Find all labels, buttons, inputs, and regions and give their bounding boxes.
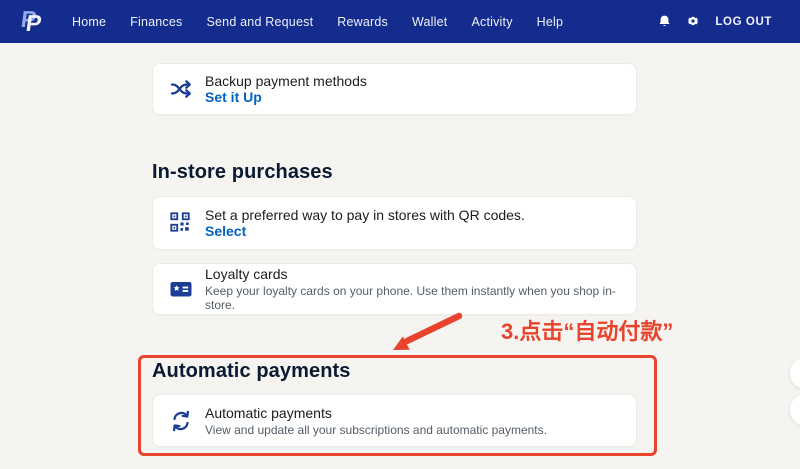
red-arrow-annotation bbox=[383, 310, 475, 358]
qr-scan-icon bbox=[169, 211, 193, 235]
nav-item-wallet[interactable]: Wallet bbox=[412, 15, 447, 29]
automatic-card-title: Automatic payments bbox=[205, 405, 547, 421]
nav-item-activity[interactable]: Activity bbox=[471, 15, 512, 29]
backup-payment-methods-card[interactable]: Backup payment methods Set it Up bbox=[152, 63, 637, 115]
backup-card-title: Backup payment methods bbox=[205, 73, 367, 89]
shuffle-icon bbox=[169, 77, 193, 101]
nav-item-home[interactable]: Home bbox=[72, 15, 106, 29]
automatic-payments-card[interactable]: Automatic payments View and update all y… bbox=[152, 394, 637, 447]
floating-button-partial-top[interactable] bbox=[790, 357, 800, 389]
qr-card-title: Set a preferred way to pay in stores wit… bbox=[205, 207, 525, 223]
bell-icon[interactable] bbox=[657, 14, 672, 29]
qr-card-text: Set a preferred way to pay in stores wit… bbox=[205, 207, 525, 240]
loyalty-card-description: Keep your loyalty cards on your phone. U… bbox=[205, 284, 620, 312]
sync-icon bbox=[169, 409, 193, 433]
annotation-step-text: 3.点击“自动付款” bbox=[501, 314, 673, 346]
loyalty-cards-card[interactable]: Loyalty cards Keep your loyalty cards on… bbox=[152, 263, 637, 315]
automatic-payments-heading: Automatic payments bbox=[152, 360, 351, 383]
nav-right-controls: LOG OUT bbox=[657, 14, 772, 29]
gear-icon[interactable] bbox=[686, 14, 701, 29]
loyalty-card-title: Loyalty cards bbox=[205, 266, 620, 282]
backup-card-text: Backup payment methods Set it Up bbox=[205, 73, 367, 106]
floating-button-partial-bottom[interactable] bbox=[790, 394, 800, 426]
select-link[interactable]: Select bbox=[205, 223, 525, 240]
instore-purchases-heading: In-store purchases bbox=[152, 161, 333, 184]
nav-item-rewards[interactable]: Rewards bbox=[337, 15, 388, 29]
settings-content: Backup payment methods Set it Up In-stor… bbox=[0, 43, 800, 469]
nav-item-help[interactable]: Help bbox=[537, 15, 564, 29]
paypal-logo[interactable]: P P bbox=[20, 7, 50, 37]
paypal-logo-front-p: P bbox=[24, 12, 43, 35]
nav-item-send-and-request[interactable]: Send and Request bbox=[206, 15, 313, 29]
loyalty-card-text: Loyalty cards Keep your loyalty cards on… bbox=[205, 266, 620, 312]
logout-button[interactable]: LOG OUT bbox=[715, 16, 772, 28]
loyalty-card-icon bbox=[169, 277, 193, 301]
set-it-up-link[interactable]: Set it Up bbox=[205, 89, 367, 106]
nav-menu: Home Finances Send and Request Rewards W… bbox=[72, 15, 563, 29]
automatic-card-description: View and update all your subscriptions a… bbox=[205, 423, 547, 437]
automatic-card-text: Automatic payments View and update all y… bbox=[205, 405, 547, 437]
nav-item-finances[interactable]: Finances bbox=[130, 15, 182, 29]
qr-codes-card[interactable]: Set a preferred way to pay in stores wit… bbox=[152, 196, 637, 250]
top-nav: P P Home Finances Send and Request Rewar… bbox=[0, 0, 800, 43]
